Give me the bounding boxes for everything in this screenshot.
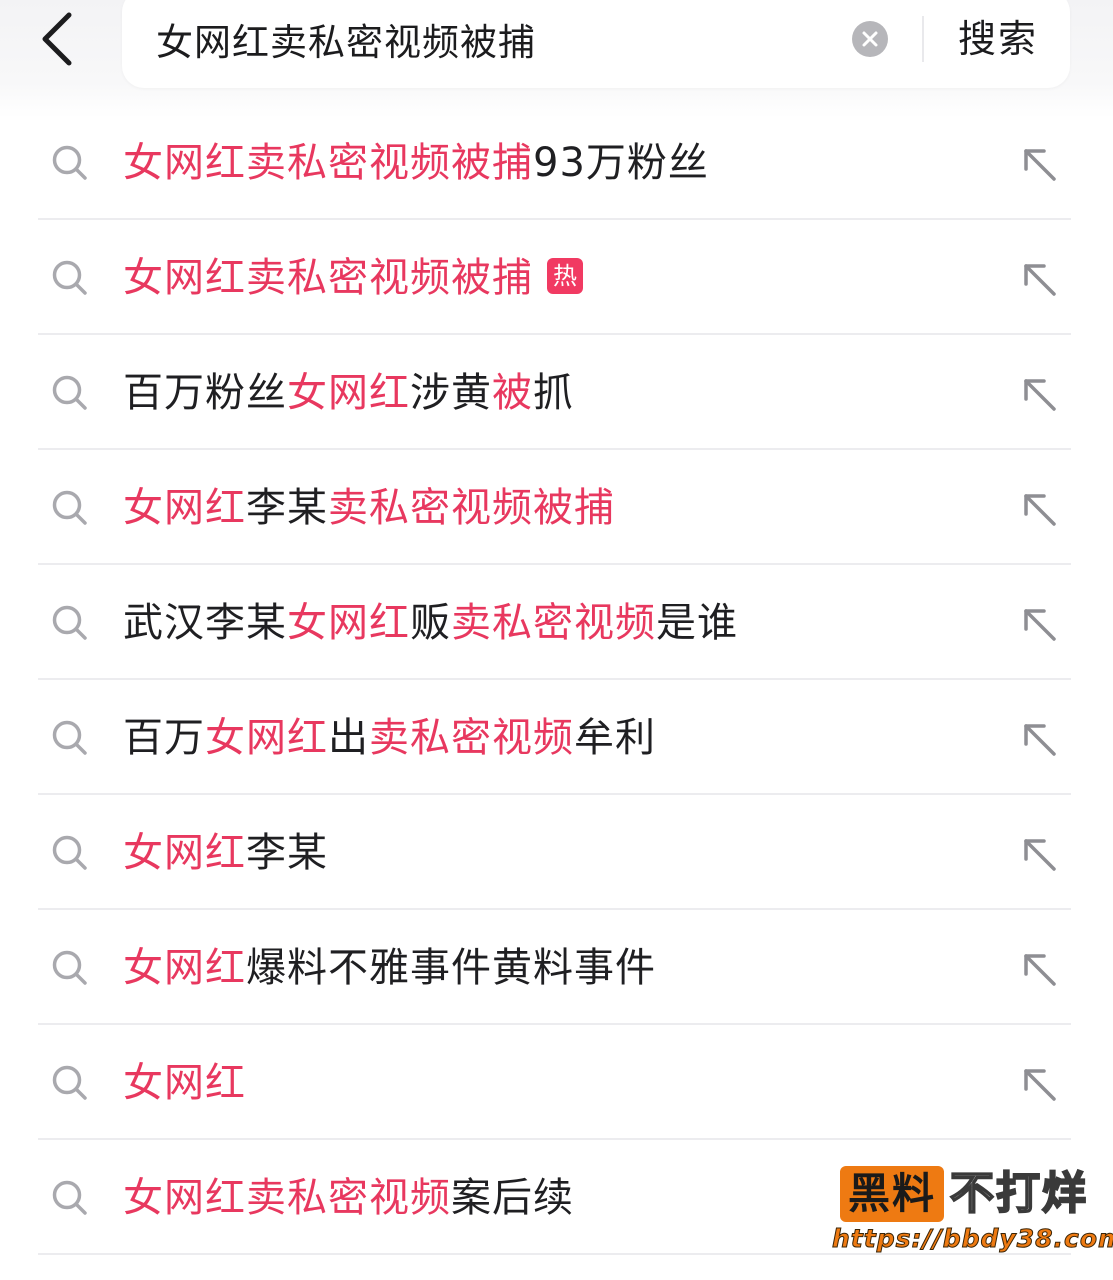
suggestion-text: 女网红卖私密视频被捕热 <box>123 248 583 308</box>
plain-text: 抓 <box>533 370 574 416</box>
plain-text: 涉黄 <box>410 370 492 416</box>
suggestion-item[interactable]: 女网红爆料不雅事件黄料事件 <box>0 910 1113 1025</box>
fill-query-arrow-icon[interactable] <box>1020 490 1060 530</box>
highlight-text: 女网红卖私密视频被捕 <box>123 140 533 186</box>
highlight-text: 卖私密视频被捕 <box>328 485 615 531</box>
highlight-text: 被 <box>492 370 533 416</box>
suggestion-item[interactable]: 武汉李某女网红贩卖私密视频是谁 <box>0 565 1113 680</box>
hot-badge: 热 <box>547 258 583 294</box>
suggestion-item[interactable]: 百万女网红出卖私密视频牟利 <box>0 680 1113 795</box>
watermark-logo-text: 不打烊 <box>949 1167 1088 1220</box>
suggestion-text: 女网红卖私密视频案后续 <box>123 1168 574 1228</box>
plain-text: 百万粉丝 <box>123 370 287 416</box>
plain-text: 李某 <box>246 485 328 531</box>
search-icon <box>52 1180 87 1215</box>
suggestion-item[interactable]: 女网红李某卖私密视频被捕 <box>0 450 1113 565</box>
fill-query-arrow-icon[interactable] <box>1020 145 1060 185</box>
fill-query-arrow-icon[interactable] <box>1020 375 1060 415</box>
search-box: 搜索 <box>122 0 1070 88</box>
chevron-left-icon <box>42 12 72 66</box>
plain-text: 百万 <box>123 715 205 761</box>
suggestion-item[interactable]: 女网红李某 <box>0 795 1113 910</box>
plain-text: 武汉李某 <box>123 600 287 646</box>
search-icon <box>52 605 87 640</box>
highlight-text: 女网红 <box>123 945 246 991</box>
highlight-text: 女网红卖私密视频被捕 <box>123 255 533 301</box>
search-icon <box>52 375 87 410</box>
fill-query-arrow-icon[interactable] <box>1020 605 1060 645</box>
suggestion-text: 女网红李某 <box>123 823 328 883</box>
plain-text: 贩 <box>410 600 451 646</box>
clear-button[interactable] <box>852 21 888 57</box>
suggestion-item[interactable]: 女网红卖私密视频被捕热 <box>0 220 1113 335</box>
suggestion-item[interactable]: 百万粉丝女网红涉黄被抓 <box>0 335 1113 450</box>
highlight-text: 卖私密视频 <box>451 600 656 646</box>
suggestion-text: 百万女网红出卖私密视频牟利 <box>123 708 656 768</box>
search-header: 搜索 <box>0 0 1113 118</box>
watermark: 黑料 不打烊 https://bbdy38.com <box>832 1162 1113 1262</box>
search-icon <box>52 260 87 295</box>
highlight-text: 女网红 <box>287 370 410 416</box>
search-icon <box>52 950 87 985</box>
suggestion-item[interactable]: 女网红 <box>0 1025 1113 1140</box>
suggestion-text: 武汉李某女网红贩卖私密视频是谁 <box>123 593 738 653</box>
search-icon <box>52 835 87 870</box>
plain-text: 出 <box>328 715 369 761</box>
fill-query-arrow-icon[interactable] <box>1020 950 1060 990</box>
highlight-text: 女网红 <box>123 1060 246 1106</box>
search-input[interactable] <box>156 0 836 78</box>
suggestion-text: 百万粉丝女网红涉黄被抓 <box>123 363 574 423</box>
search-icon <box>52 1065 87 1100</box>
highlight-text: 女网红 <box>123 830 246 876</box>
fill-query-arrow-icon[interactable] <box>1020 835 1060 875</box>
fill-query-arrow-icon[interactable] <box>1020 1065 1060 1105</box>
highlight-text: 卖私密视频 <box>369 715 574 761</box>
plain-text: 爆料不雅事件黄料事件 <box>246 945 656 991</box>
plain-text: 牟利 <box>574 715 656 761</box>
back-button[interactable] <box>30 6 84 72</box>
fill-query-arrow-icon[interactable] <box>1020 260 1060 300</box>
suggestion-text: 女网红卖私密视频被捕93万粉丝 <box>123 133 709 193</box>
plain-text: 李某 <box>246 830 328 876</box>
watermark-url: https://bbdy38.com <box>832 1224 1113 1254</box>
plain-text: 93万粉丝 <box>533 140 709 186</box>
highlight-text: 女网红 <box>123 485 246 531</box>
search-divider <box>922 16 924 62</box>
highlight-text: 女网红卖私密视频 <box>123 1175 451 1221</box>
suggestion-item[interactable]: 女网红卖私密视频被捕93万粉丝 <box>0 105 1113 220</box>
highlight-text: 女网红 <box>287 600 410 646</box>
watermark-logo-box: 黑料 <box>840 1166 944 1222</box>
plain-text: 案后续 <box>451 1175 574 1221</box>
fill-query-arrow-icon[interactable] <box>1020 720 1060 760</box>
suggestion-list: 女网红卖私密视频被捕93万粉丝 女网红卖私密视频被捕热百万粉丝女网红涉黄被抓 女网红… <box>0 105 1113 1255</box>
search-button[interactable]: 搜索 <box>958 0 1038 78</box>
plain-text: 是谁 <box>656 600 738 646</box>
search-icon <box>52 490 87 525</box>
suggestion-text: 女网红 <box>123 1053 246 1113</box>
highlight-text: 女网红 <box>205 715 328 761</box>
search-icon <box>52 720 87 755</box>
suggestion-text: 女网红爆料不雅事件黄料事件 <box>123 938 656 998</box>
search-icon <box>52 145 87 180</box>
suggestion-text: 女网红李某卖私密视频被捕 <box>123 478 615 538</box>
clear-circle-icon <box>862 31 878 47</box>
